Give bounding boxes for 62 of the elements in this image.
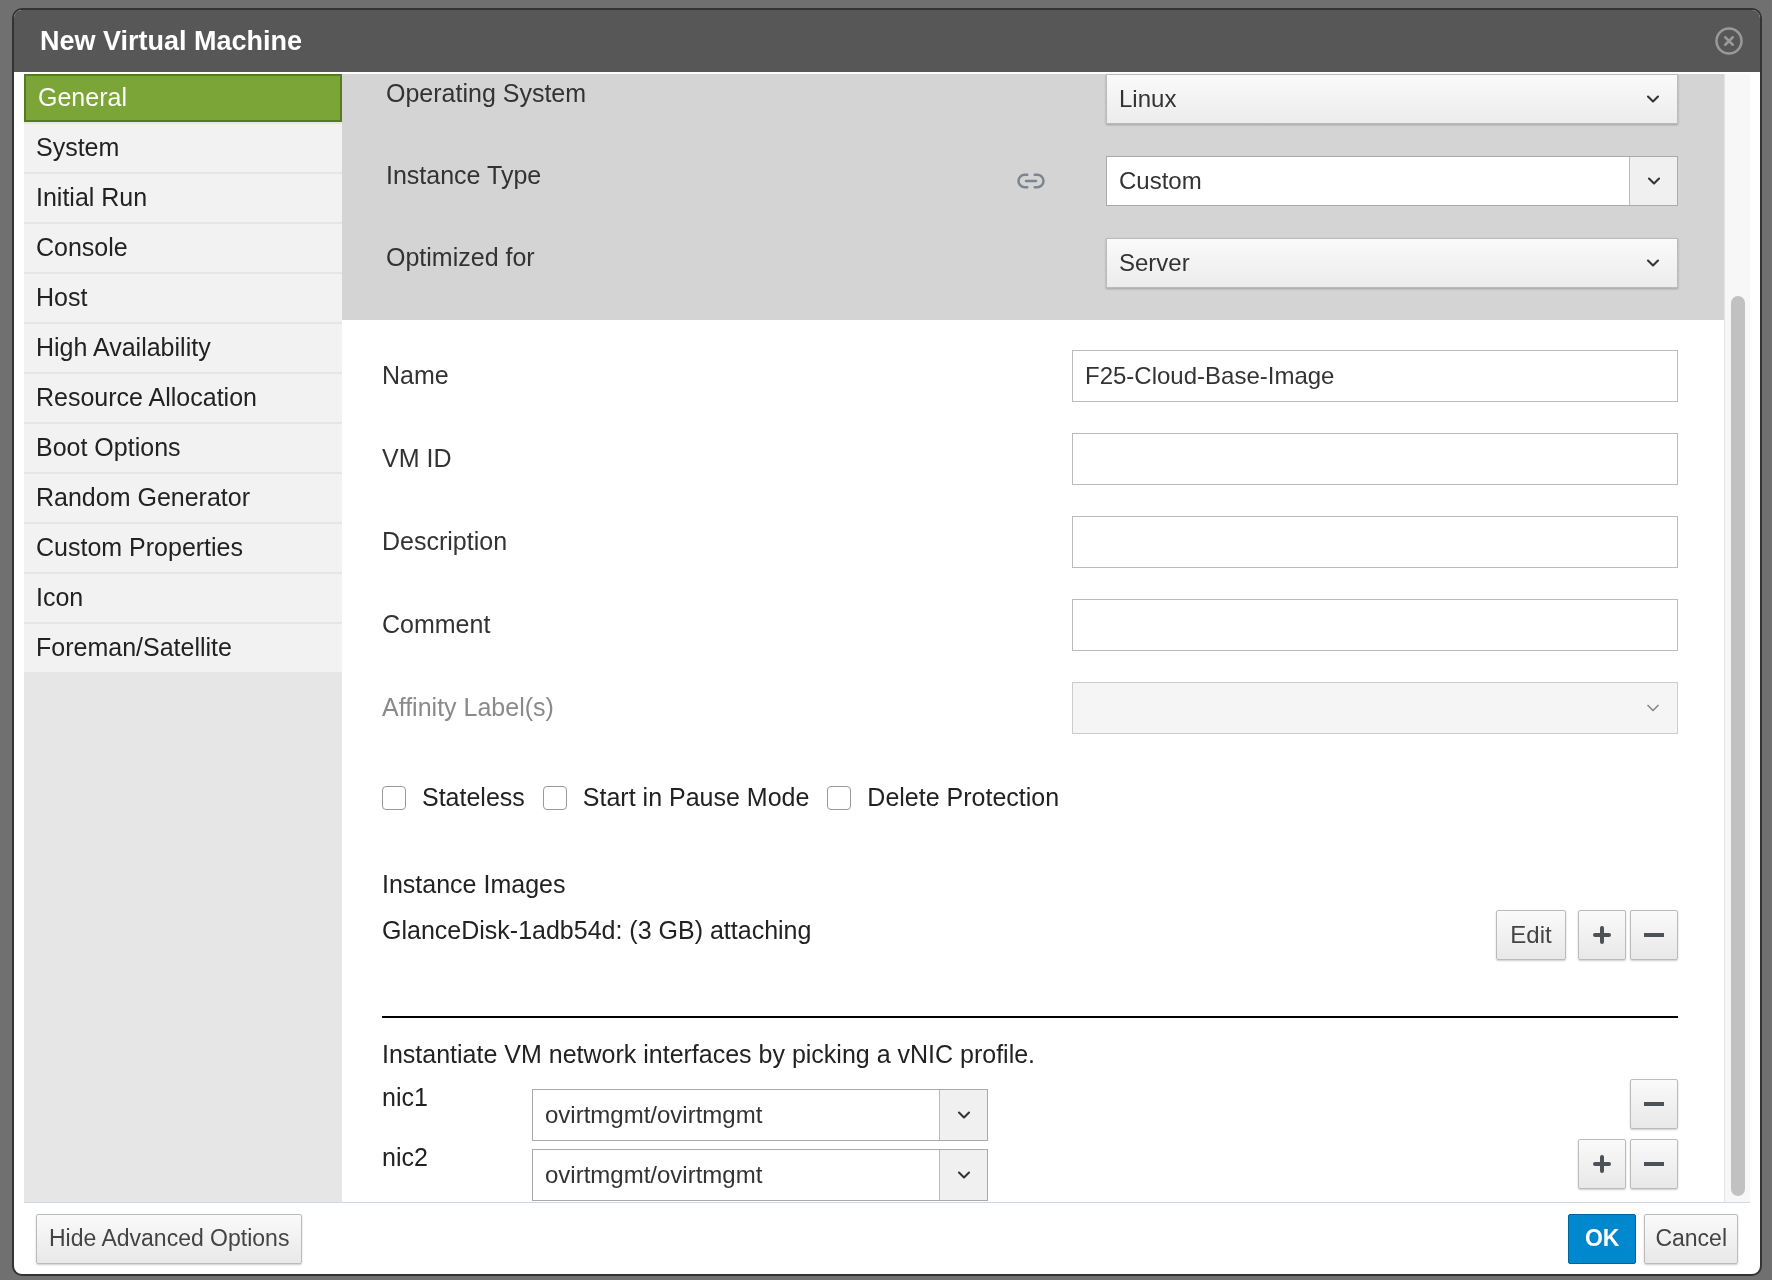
dropdown-button[interactable] — [1629, 157, 1677, 205]
field-label: Affinity Label(s) — [382, 692, 555, 724]
hide-advanced-button[interactable]: Hide Advanced Options — [36, 1213, 303, 1264]
sidebar-item[interactable]: Boot Options — [24, 424, 342, 472]
window-title: New Virtual Machine — [40, 24, 303, 58]
select-value: Custom — [1118, 166, 1203, 196]
checkbox[interactable] — [382, 786, 406, 810]
field-label: Instance Type — [386, 160, 543, 192]
checkbox[interactable] — [542, 786, 567, 810]
input-field[interactable] — [1072, 599, 1678, 651]
close-icon[interactable] — [1714, 26, 1744, 56]
sidebar-item[interactable]: Resource Allocation — [24, 374, 342, 422]
nic-label: nic1 — [382, 1082, 429, 1113]
network-caption: Instantiate VM network interfaces by picking a vNIC profile. — [382, 1038, 1037, 1070]
field-label: VM ID — [382, 443, 453, 475]
checkbox-label: Stateless — [422, 782, 525, 814]
cancel-button[interactable]: Cancel — [1644, 1213, 1738, 1264]
sidebar-item[interactable]: Icon — [24, 574, 342, 622]
dropdown-button[interactable] — [939, 1090, 987, 1140]
sidebar-item[interactable]: System — [24, 124, 342, 172]
nic-label: nic2 — [382, 1142, 429, 1173]
sidebar-item[interactable]: Custom Properties — [24, 524, 342, 572]
field-label: Name — [382, 360, 450, 392]
remove-button[interactable] — [1630, 1139, 1678, 1189]
select-value: ovirtmgmt/ovirtmgmt — [544, 1160, 764, 1190]
select-field[interactable]: ovirtmgmt/ovirtmgmt — [532, 1089, 988, 1141]
ok-button[interactable]: OK — [1567, 1213, 1637, 1264]
select-value: ovirtmgmt/ovirtmgmt — [544, 1100, 764, 1130]
plus-icon — [1590, 1152, 1614, 1176]
checkbox-label: Delete Protection — [867, 782, 1060, 814]
select-field[interactable] — [1072, 682, 1678, 734]
input-field[interactable] — [1072, 433, 1678, 485]
edit-button[interactable]: Edit — [1496, 909, 1566, 960]
input-field[interactable] — [1072, 516, 1678, 568]
remove-button[interactable] — [1630, 909, 1678, 960]
add-button[interactable] — [1578, 1139, 1626, 1189]
checkbox-label: Start in Pause Mode — [582, 782, 810, 814]
select-field[interactable]: Custom — [1106, 156, 1678, 206]
remove-button[interactable] — [1630, 1079, 1678, 1129]
dropdown-button[interactable] — [939, 1150, 987, 1200]
sidebar-item[interactable]: Foreman/Satellite — [24, 624, 342, 672]
field-label: Optimized for — [386, 242, 536, 274]
section-title: Instance Images — [382, 869, 567, 900]
sidebar-item[interactable]: Host — [24, 274, 342, 322]
minus-icon — [1644, 1102, 1664, 1106]
checkbox[interactable] — [827, 786, 852, 810]
select-field[interactable]: Server — [1106, 238, 1678, 288]
select-field[interactable]: ovirtmgmt/ovirtmgmt — [532, 1149, 988, 1201]
sidebar-item[interactable]: Console — [24, 224, 342, 272]
scrollbar-thumb[interactable] — [1730, 296, 1745, 1196]
select-field[interactable]: Linux — [1106, 74, 1678, 124]
field-label: Operating System — [386, 78, 588, 110]
minus-icon — [1644, 932, 1664, 937]
minus-icon — [1644, 1162, 1664, 1166]
field-label: Comment — [382, 609, 492, 641]
field-label: Description — [382, 526, 509, 558]
sidebar-item[interactable]: Random Generator — [24, 474, 342, 522]
sidebar-item[interactable]: Initial Run — [24, 174, 342, 222]
input-field[interactable]: F25-Cloud-Base-Image — [1072, 350, 1678, 402]
disk-entry: GlanceDisk-1adb54d: (3 GB) attaching — [382, 914, 812, 946]
sidebar-item[interactable]: High Availability — [24, 324, 342, 372]
add-button[interactable] — [1578, 909, 1626, 960]
